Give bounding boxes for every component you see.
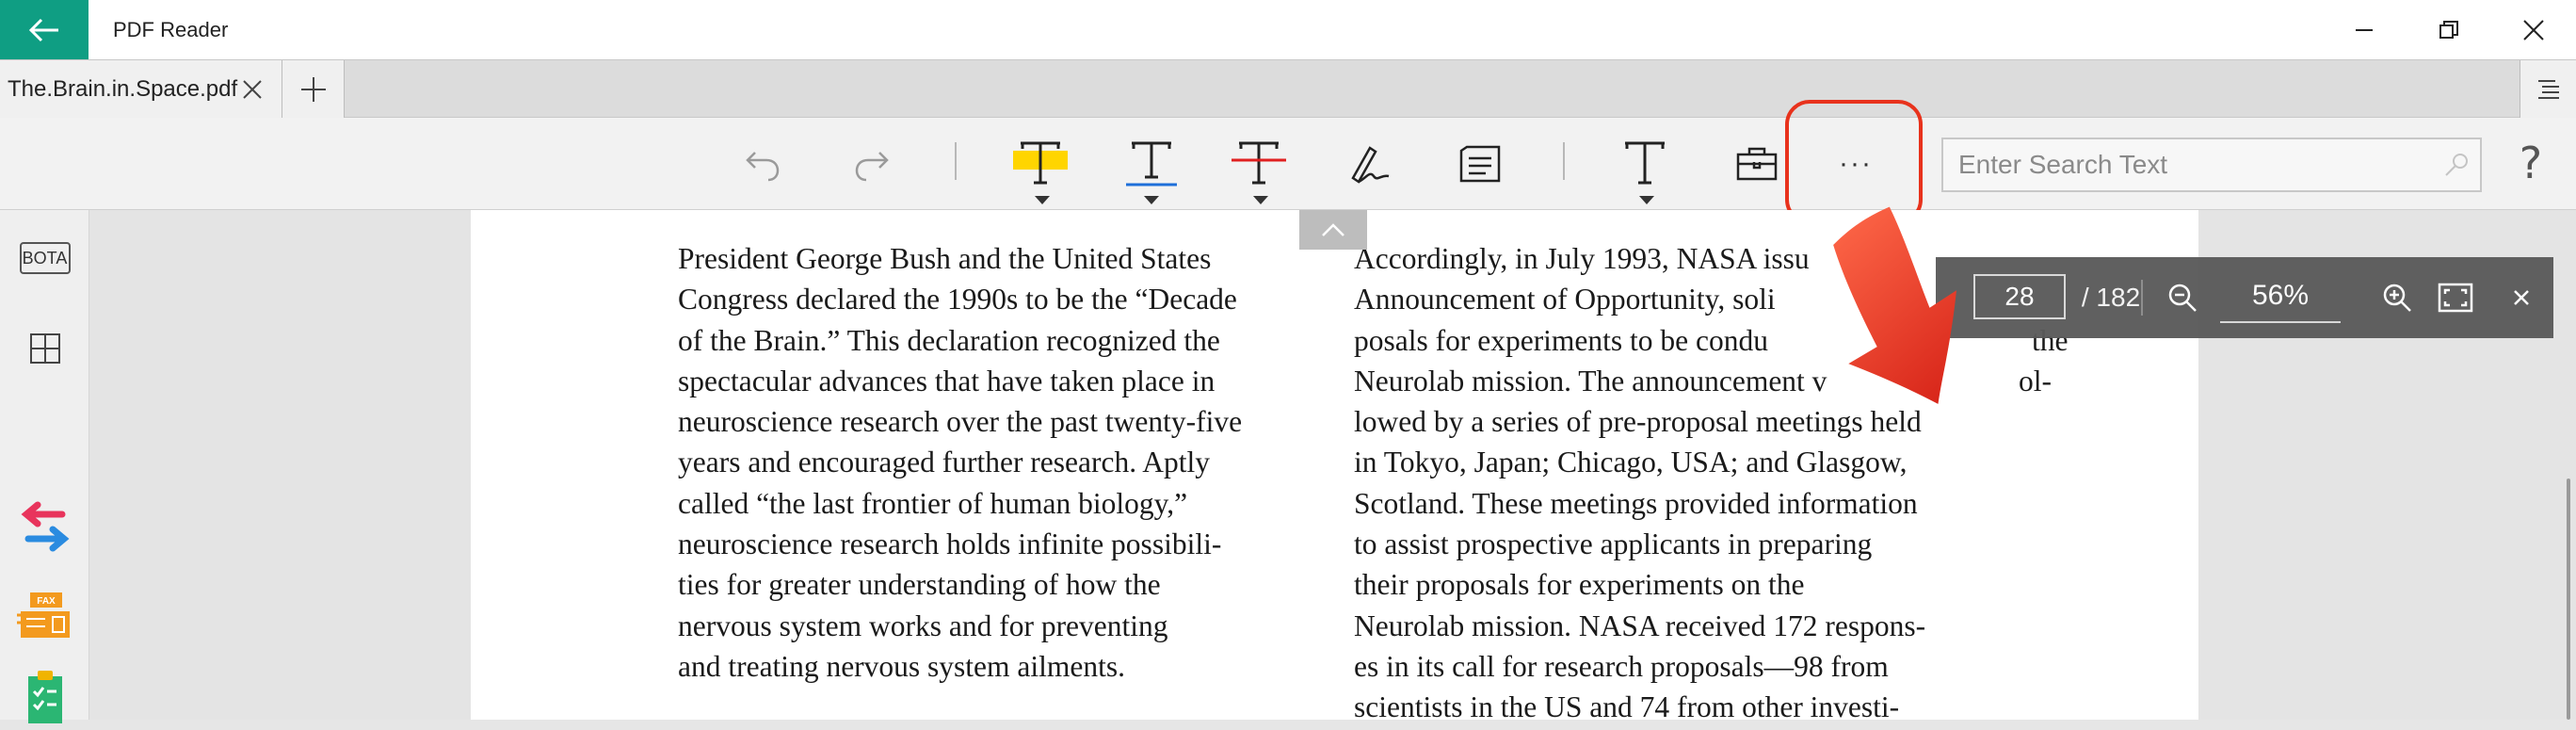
close-icon: [2523, 19, 2544, 41]
tab-list-button[interactable]: [2520, 60, 2576, 118]
close-icon: [2514, 290, 2529, 305]
text-line: President George Bush and the United Sta…: [678, 242, 1212, 275]
toolbox-icon: [1736, 147, 1778, 181]
plus-icon: [300, 76, 326, 102]
toolbar-separator: [955, 142, 957, 180]
zoom-in-button[interactable]: [2376, 277, 2418, 318]
text-line: Neurolab mission. NASA received 172 resp…: [1354, 608, 1926, 642]
text-line: and treating nervous system ailments.: [678, 649, 1126, 683]
thumbnails-button[interactable]: [0, 316, 89, 381]
text-box-icon: [1625, 141, 1665, 185]
restore-button[interactable]: [2407, 0, 2491, 59]
left-text-column: President George Bush and the United Sta…: [678, 238, 1242, 687]
strikethrough-dropdown-caret[interactable]: [1253, 196, 1268, 204]
minimize-icon: [2356, 28, 2373, 31]
title-bar: PDF Reader: [0, 0, 2576, 59]
nav-separator: [2141, 280, 2143, 316]
tab-close-icon[interactable]: [239, 76, 266, 103]
text-line: called “the last frontier of human biolo…: [678, 486, 1188, 520]
ink-signature-icon: [1351, 146, 1390, 184]
tab-bar: The.Brain.in.Space.pdf: [0, 59, 2576, 118]
zoom-out-button[interactable]: [2162, 277, 2203, 318]
text-line: nervous system works and for preventing: [678, 608, 1168, 642]
fax-icon: FAX: [16, 592, 70, 638]
undo-icon: [746, 152, 780, 182]
zoom-level-field[interactable]: 56%: [2220, 270, 2341, 323]
text-line: ties for greater understanding of how th…: [678, 568, 1161, 602]
search-box[interactable]: [1941, 138, 2482, 192]
text-line: scientists in the US and 74 from other i…: [1354, 690, 1900, 724]
text-line-start: posals for experiments to be condu: [1354, 323, 1769, 357]
underline-dropdown-caret[interactable]: [1144, 196, 1159, 204]
form-checklist-icon: [27, 671, 62, 723]
tab-label: The.Brain.in.Space.pdf: [8, 76, 238, 102]
note-icon: [1459, 145, 1501, 183]
search-input[interactable]: [1958, 139, 2429, 190]
redo-button[interactable]: [844, 118, 900, 210]
text-line: Congress declared the 1990s to be the “D…: [678, 283, 1237, 316]
text-line: of the Brain.” This declaration recogniz…: [678, 323, 1220, 357]
text-line: es in its call for research proposals—98…: [1354, 649, 1889, 683]
add-tab-button[interactable]: [282, 60, 345, 118]
text-line: Scotland. These meetings provided inform…: [1354, 486, 1918, 520]
fit-page-icon: [2438, 283, 2473, 313]
signature-button[interactable]: [1339, 118, 1399, 210]
form-button[interactable]: [0, 664, 89, 730]
bota-label: BOTA: [22, 248, 68, 268]
search-icon[interactable]: [2442, 151, 2471, 179]
redo-icon: [855, 152, 889, 182]
chevron-up-icon: [1322, 223, 1344, 236]
text-line: neuroscience research holds infinite pos…: [678, 527, 1222, 561]
convert-icon: [21, 501, 69, 552]
bota-button[interactable]: BOTA: [0, 225, 89, 291]
text-line: neuroscience research over the past twen…: [678, 405, 1243, 439]
zoom-out-icon: [2168, 284, 2197, 312]
fax-label: FAX: [37, 596, 56, 607]
text-line-start: Neurolab mission. The announcement v: [1354, 364, 1827, 397]
restore-icon: [2439, 20, 2458, 39]
toolbar-separator: [1563, 142, 1565, 180]
highlight-text-icon: [1013, 141, 1068, 185]
left-sidebar: BOTA FAX: [0, 210, 89, 723]
back-button[interactable]: [0, 0, 89, 59]
zoom-in-icon: [2383, 284, 2411, 312]
undo-button[interactable]: [734, 118, 791, 210]
underline-text-icon: [1126, 141, 1177, 187]
thumbnails-icon: [29, 333, 60, 364]
arrow-left-icon: [28, 18, 58, 41]
tab-document[interactable]: The.Brain.in.Space.pdf: [0, 60, 282, 118]
vertical-scrollbar[interactable]: [2567, 479, 2570, 720]
close-button[interactable]: [2491, 0, 2576, 59]
text-line: to assist prospective applicants in prep…: [1354, 527, 1873, 561]
list-icon: [2537, 79, 2559, 99]
text-line: years and encouraged further research. A…: [678, 446, 1210, 479]
text-box-dropdown-caret[interactable]: [1639, 196, 1654, 204]
collapse-toolbar-button[interactable]: [1299, 210, 1367, 250]
pointer-arrow-icon: [1833, 206, 1956, 404]
note-button[interactable]: [1450, 118, 1510, 210]
toolbox-button[interactable]: [1727, 118, 1787, 210]
convert-button[interactable]: [0, 496, 89, 562]
app-title: PDF Reader: [113, 18, 229, 41]
close-navigation-button[interactable]: [2501, 277, 2542, 318]
minimize-button[interactable]: [2322, 0, 2407, 59]
text-line: their proposals for experiments on the: [1354, 568, 1805, 602]
highlight-dropdown-caret[interactable]: [1035, 196, 1050, 204]
fit-page-button[interactable]: [2435, 277, 2476, 318]
bota-icon: BOTA: [19, 242, 71, 274]
help-button[interactable]: ?: [2504, 130, 2557, 196]
fax-button[interactable]: FAX: [0, 583, 89, 649]
text-line: spectacular advances that have taken pla…: [678, 364, 1216, 397]
strikethrough-text-icon: [1232, 141, 1286, 185]
